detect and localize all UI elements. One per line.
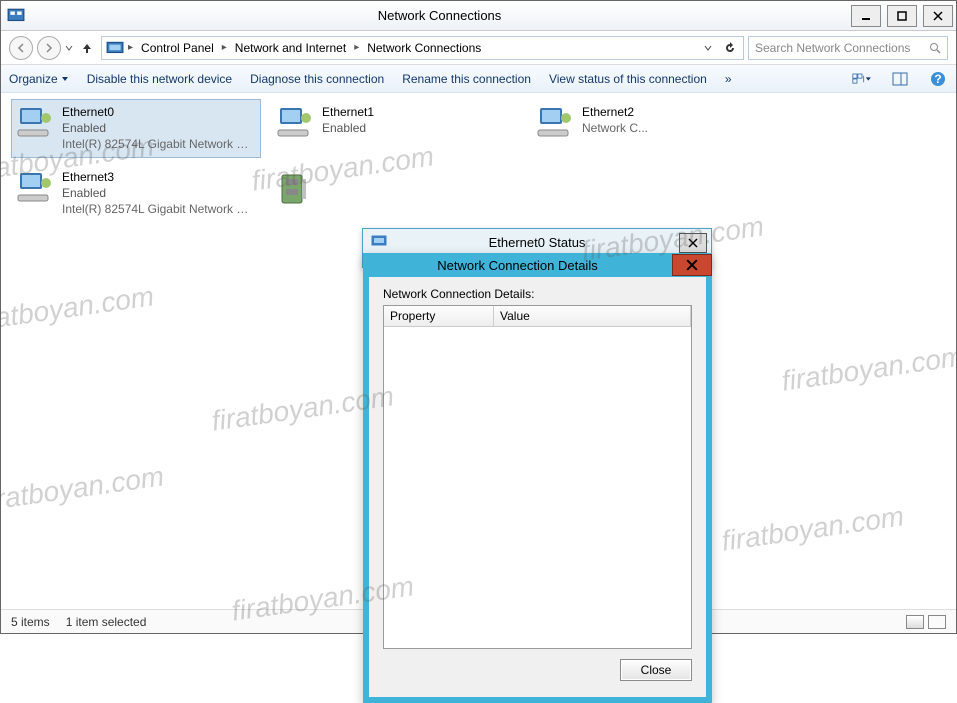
content-area: Ethernet0 Enabled Intel(R) 82574L Gigabi… [1, 93, 956, 609]
search-input[interactable]: Search Network Connections [748, 36, 948, 60]
connection-item[interactable]: Ethernet2 Network C... [531, 99, 781, 158]
connection-device: Intel(R) 82574L Gigabit Network C... [62, 201, 252, 217]
list-header[interactable]: Property Value [384, 306, 691, 327]
nav-history-dropdown-icon[interactable] [65, 44, 73, 52]
breadcrumb-separator-icon: ▸ [354, 42, 359, 53]
search-placeholder: Search Network Connections [755, 41, 925, 55]
column-property[interactable]: Property [384, 306, 494, 326]
diagnose-connection-button[interactable]: Diagnose this connection [250, 72, 384, 86]
connection-device: Network C... [582, 120, 648, 136]
view-status-button[interactable]: View status of this connection [549, 72, 707, 86]
search-icon [929, 42, 941, 54]
connection-item[interactable]: Ethernet3 Enabled Intel(R) 82574L Gigabi… [11, 164, 261, 223]
details-view-button[interactable] [906, 615, 924, 629]
watermark: firatboyan.com [780, 340, 957, 397]
details-label: Network Connection Details: [383, 287, 692, 301]
close-button[interactable] [923, 5, 953, 27]
preview-pane-button[interactable] [890, 69, 910, 89]
connection-name: Ethernet1 [322, 104, 374, 120]
organize-menu[interactable]: Organize [9, 72, 69, 86]
details-list[interactable]: Property Value [383, 305, 692, 649]
breadcrumb-item[interactable]: Network and Internet [231, 39, 350, 57]
maximize-button[interactable] [887, 5, 917, 27]
network-adapter-icon [16, 104, 56, 144]
nav-up-button[interactable] [77, 38, 97, 58]
column-value[interactable]: Value [494, 306, 691, 326]
view-options-button[interactable] [852, 69, 872, 89]
titlebar: Network Connections [1, 1, 956, 31]
nav-forward-button[interactable] [37, 36, 61, 60]
dialog-close-button[interactable] [672, 254, 712, 276]
control-panel-icon [7, 7, 25, 25]
selection-count: 1 item selected [66, 615, 147, 629]
network-adapter-icon [536, 104, 576, 144]
connection-details-dialog: Network Connection Details Network Conne… [363, 253, 712, 703]
dialog-title: Network Connection Details [363, 258, 672, 273]
refresh-button[interactable] [721, 42, 739, 54]
network-connections-icon [106, 39, 124, 57]
help-button[interactable]: ? [928, 69, 948, 89]
command-toolbar: Organize Disable this network device Dia… [1, 65, 956, 93]
connection-name: Ethernet0 [62, 104, 252, 120]
connection-name: Ethernet3 [62, 169, 252, 185]
breadcrumb-item[interactable]: Control Panel [137, 39, 218, 57]
connection-name: Ethernet2 [582, 104, 648, 120]
network-adapter-icon [16, 169, 56, 209]
view-mode-buttons [906, 615, 946, 629]
connection-item[interactable] [271, 164, 521, 223]
breadcrumb-separator-icon: ▸ [128, 42, 133, 53]
disable-device-button[interactable]: Disable this network device [87, 72, 232, 86]
connection-status: Enabled [322, 120, 374, 136]
network-card-icon [276, 169, 316, 209]
nav-back-button[interactable] [9, 36, 33, 60]
watermark: firatboyan.com [0, 460, 166, 517]
connection-device: Intel(R) 82574L Gigabit Network C... [62, 136, 252, 152]
breadcrumb-separator-icon: ▸ [222, 42, 227, 53]
status-close-button[interactable] [679, 233, 707, 253]
connection-status: Enabled [62, 120, 252, 136]
dialog-titlebar[interactable]: Network Connection Details [363, 253, 712, 277]
address-bar-row: ▸ Control Panel ▸ Network and Internet ▸… [1, 31, 956, 65]
connection-item[interactable]: Ethernet1 Enabled [271, 99, 521, 158]
icons-view-button[interactable] [928, 615, 946, 629]
connection-status: Enabled [62, 185, 252, 201]
status-window-title: Ethernet0 Status [395, 235, 679, 250]
connections-list: Ethernet0 Enabled Intel(R) 82574L Gigabi… [1, 93, 956, 228]
close-button[interactable]: Close [620, 659, 692, 681]
adapter-icon [369, 233, 389, 253]
window-buttons [848, 3, 956, 29]
breadcrumb-bar[interactable]: ▸ Control Panel ▸ Network and Internet ▸… [101, 36, 744, 60]
network-adapter-icon [276, 104, 316, 144]
window-title: Network Connections [31, 8, 848, 23]
connection-item[interactable]: Ethernet0 Enabled Intel(R) 82574L Gigabi… [11, 99, 261, 158]
breadcrumb-item[interactable]: Network Connections [363, 39, 485, 57]
svg-text:?: ? [934, 72, 941, 86]
rename-connection-button[interactable]: Rename this connection [402, 72, 531, 86]
minimize-button[interactable] [851, 5, 881, 27]
watermark: firatboyan.com [0, 280, 156, 337]
watermark: firatboyan.com [720, 500, 906, 557]
item-count: 5 items [11, 615, 50, 629]
breadcrumb-dropdown-icon[interactable] [699, 44, 717, 52]
